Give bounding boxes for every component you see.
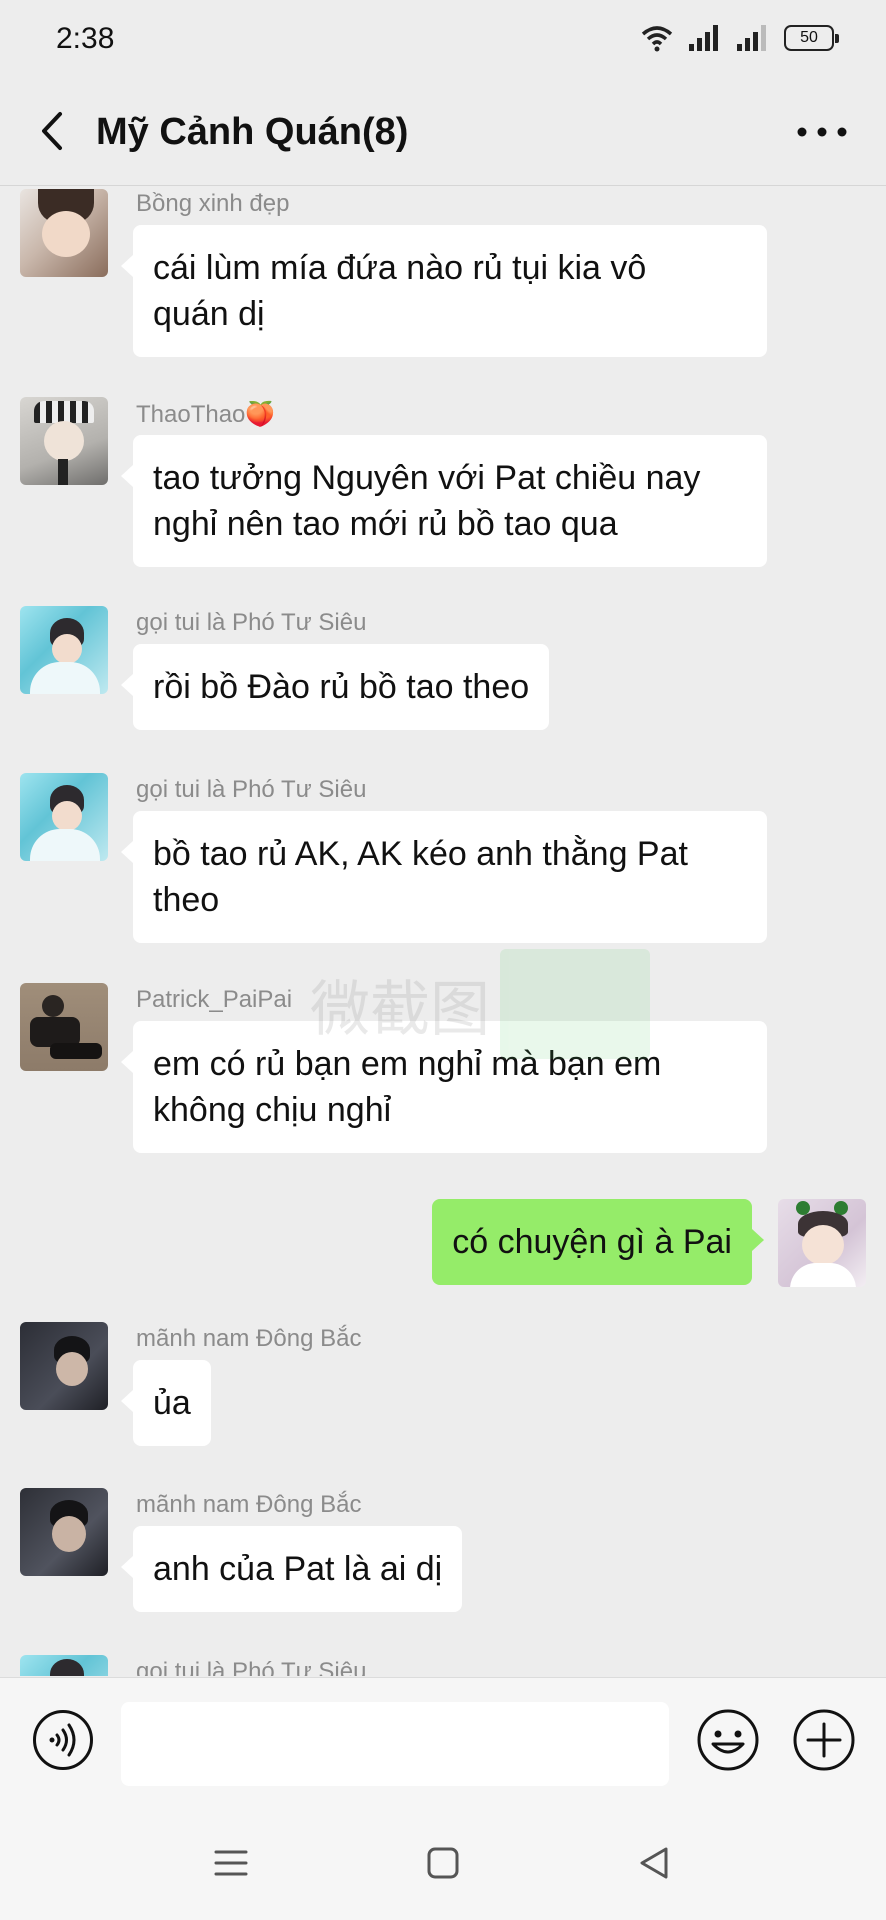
message-list[interactable]: Bồng xinh đẹp cái lùm mía đứa nào rủ tụi… bbox=[0, 187, 886, 1676]
status-icons: 50 bbox=[640, 24, 839, 52]
plus-icon[interactable] bbox=[792, 1708, 856, 1772]
message-bubble[interactable]: bồ tao rủ AK, AK kéo anh thằng Pat theo bbox=[121, 811, 767, 943]
message-input[interactable] bbox=[121, 1702, 669, 1786]
sender-name: gọi tui là Phó Tư Siêu bbox=[136, 609, 367, 636]
avatar[interactable] bbox=[20, 189, 108, 277]
emoji-icon[interactable] bbox=[696, 1708, 760, 1772]
chevron-left-icon[interactable] bbox=[30, 106, 80, 156]
avatar[interactable] bbox=[20, 773, 108, 861]
signal-icon bbox=[689, 25, 718, 51]
wifi-icon bbox=[641, 26, 673, 52]
sender-name: Patrick_PaiPai bbox=[136, 986, 293, 1013]
sender-name: mãnh nam Đông Bắc bbox=[136, 1325, 362, 1352]
message-bubble[interactable]: cái lùm mía đứa nào rủ tụi kia vô quán d… bbox=[121, 225, 767, 357]
message-bubble-self[interactable]: có chuyện gì à Pai bbox=[432, 1199, 764, 1285]
status-bar: 2:38 50 bbox=[0, 0, 886, 78]
avatar[interactable] bbox=[20, 1322, 108, 1410]
more-dots-icon[interactable] bbox=[792, 110, 852, 154]
message-bubble[interactable]: anh của Pat là ai dị bbox=[120, 1526, 463, 1612]
sender-name: Bồng xinh đẹp bbox=[136, 190, 290, 217]
battery-icon: 50 bbox=[784, 25, 839, 51]
home-square-icon[interactable] bbox=[418, 1838, 468, 1888]
avatar[interactable] bbox=[20, 983, 108, 1071]
sender-name: gọi tui là Phó Tư Siêu bbox=[136, 776, 367, 803]
menu-icon[interactable] bbox=[206, 1838, 256, 1888]
chat-header: Mỹ Cảnh Quán(8) bbox=[0, 78, 886, 186]
avatar[interactable] bbox=[20, 606, 108, 694]
chat-title: Mỹ Cảnh Quán(8) bbox=[96, 111, 409, 153]
back-triangle-icon[interactable] bbox=[630, 1838, 680, 1888]
sender-name: ThaoThao🍑 bbox=[136, 401, 276, 428]
message-bubble[interactable]: rồi bồ Đào rủ bồ tao theo bbox=[120, 644, 550, 730]
sender-name: mãnh nam Đông Bắc bbox=[136, 1491, 362, 1518]
sender-name: gọi tui là Phó Tư Siêu bbox=[136, 1658, 367, 1676]
avatar-self[interactable] bbox=[778, 1199, 866, 1287]
avatar[interactable] bbox=[20, 1655, 108, 1676]
avatar[interactable] bbox=[20, 397, 108, 485]
voice-icon[interactable] bbox=[32, 1709, 94, 1771]
status-time: 2:38 bbox=[56, 22, 115, 55]
signal-icon-2 bbox=[737, 25, 766, 51]
message-bubble[interactable]: tao tưởng Nguyên với Pat chiều nay nghỉ … bbox=[121, 435, 767, 567]
system-nav-bar bbox=[0, 1802, 886, 1920]
input-bar bbox=[0, 1677, 886, 1802]
avatar[interactable] bbox=[20, 1488, 108, 1576]
message-bubble[interactable]: ủa bbox=[121, 1360, 211, 1446]
message-bubble[interactable]: em có rủ bạn em nghỉ mà bạn em không chị… bbox=[121, 1021, 767, 1153]
